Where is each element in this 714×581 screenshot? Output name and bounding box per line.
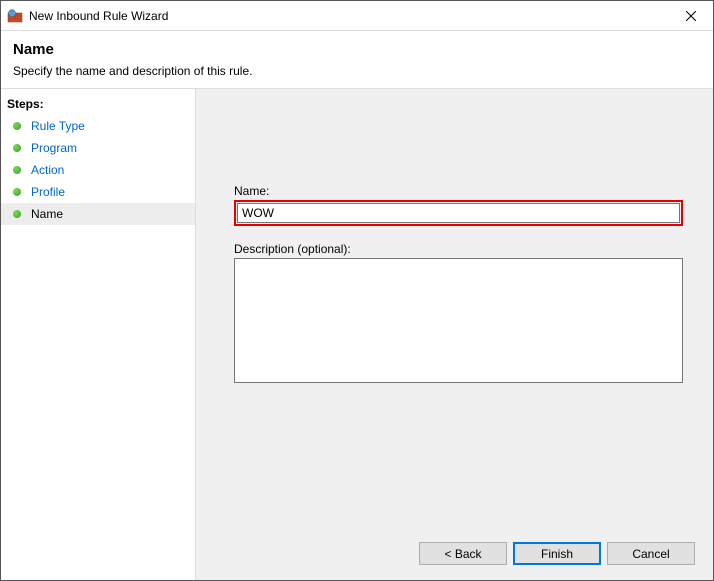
step-profile[interactable]: Profile bbox=[1, 181, 195, 203]
name-label: Name: bbox=[234, 184, 683, 198]
button-row: < Back Finish Cancel bbox=[419, 542, 695, 565]
step-label: Rule Type bbox=[31, 119, 85, 133]
name-input[interactable] bbox=[237, 203, 680, 223]
back-button[interactable]: < Back bbox=[419, 542, 507, 565]
step-bullet-icon bbox=[13, 144, 21, 152]
step-label: Profile bbox=[31, 185, 65, 199]
steps-sidebar: Steps: Rule Type Program Action Profile … bbox=[1, 89, 196, 580]
window-title: New Inbound Rule Wizard bbox=[29, 9, 168, 23]
header-section: Name Specify the name and description of… bbox=[1, 31, 713, 89]
step-action[interactable]: Action bbox=[1, 159, 195, 181]
description-textarea[interactable] bbox=[234, 258, 683, 383]
content-area: Name: Description (optional): < Back Fin… bbox=[196, 89, 713, 580]
step-label: Action bbox=[31, 163, 64, 177]
step-bullet-icon bbox=[13, 122, 21, 130]
firewall-icon bbox=[7, 8, 23, 24]
step-bullet-icon bbox=[13, 166, 21, 174]
step-label: Program bbox=[31, 141, 77, 155]
cancel-button[interactable]: Cancel bbox=[607, 542, 695, 565]
step-bullet-icon bbox=[13, 210, 21, 218]
finish-button[interactable]: Finish bbox=[513, 542, 601, 565]
step-bullet-icon bbox=[13, 188, 21, 196]
step-rule-type[interactable]: Rule Type bbox=[1, 115, 195, 137]
steps-label: Steps: bbox=[1, 93, 195, 115]
name-input-highlight bbox=[234, 200, 683, 226]
page-description: Specify the name and description of this… bbox=[13, 64, 701, 78]
main-area: Steps: Rule Type Program Action Profile … bbox=[1, 89, 713, 580]
step-program[interactable]: Program bbox=[1, 137, 195, 159]
close-icon bbox=[686, 11, 696, 21]
step-name[interactable]: Name bbox=[1, 203, 195, 225]
description-label: Description (optional): bbox=[234, 242, 683, 256]
step-label: Name bbox=[31, 207, 63, 221]
close-button[interactable] bbox=[668, 1, 713, 30]
titlebar: New Inbound Rule Wizard bbox=[1, 1, 713, 31]
page-title: Name bbox=[13, 41, 701, 58]
